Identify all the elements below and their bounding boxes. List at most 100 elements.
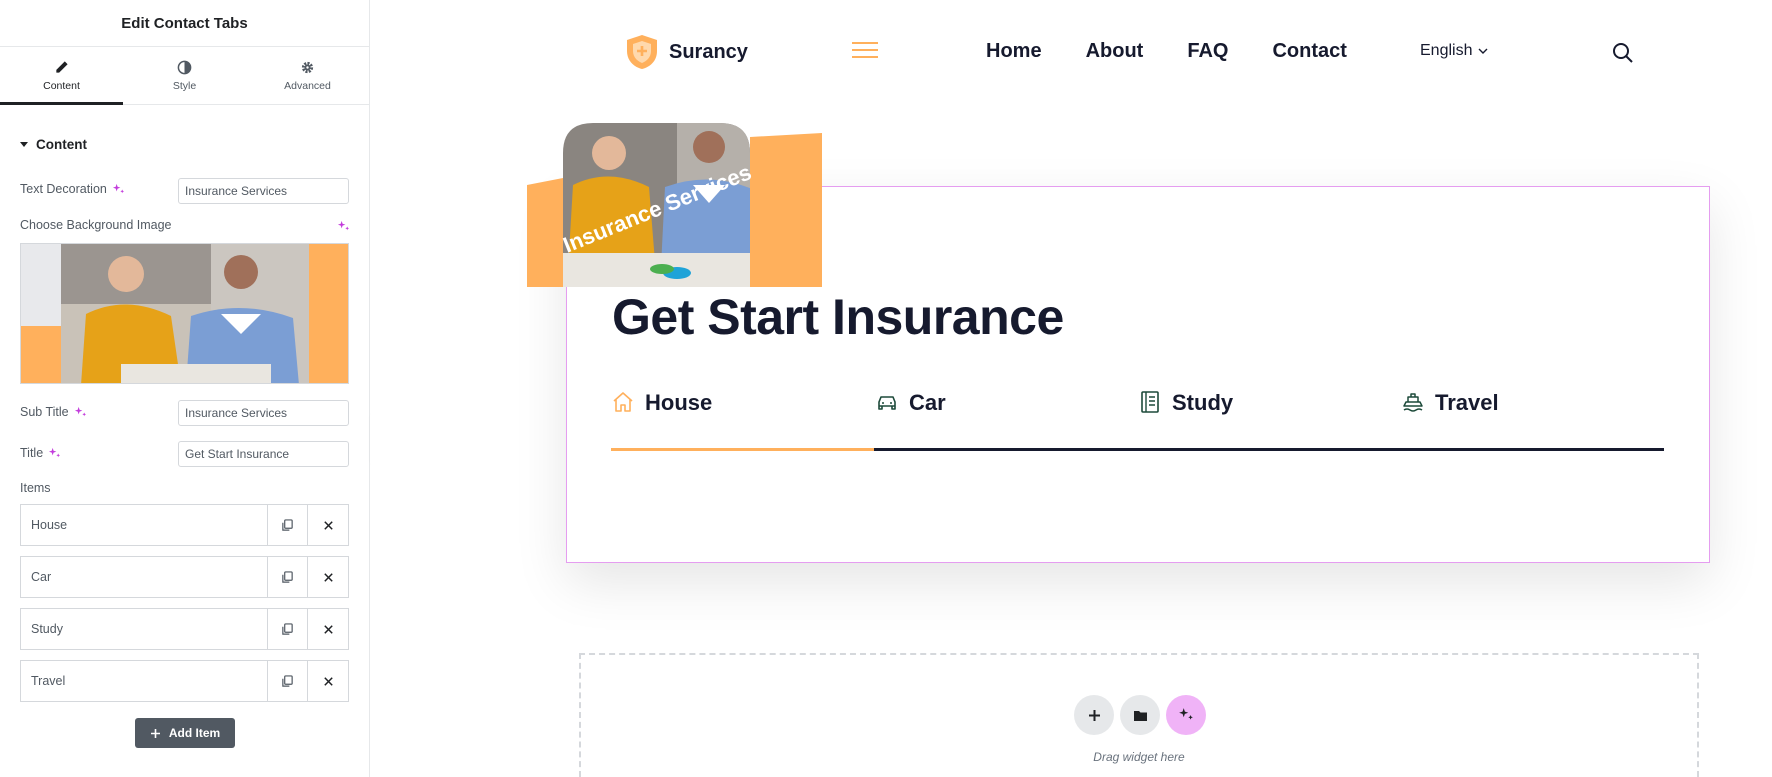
panel-tabs: Content Style Advanced (0, 47, 369, 105)
add-item-label: Add Item (168, 726, 221, 740)
copy-icon (282, 570, 293, 583)
ai-sparkle-icon[interactable] (337, 220, 350, 233)
nav-faq[interactable]: FAQ (1187, 40, 1228, 63)
pencil-icon (56, 60, 68, 73)
duplicate-button[interactable] (268, 609, 308, 649)
items-label: Items (20, 481, 51, 495)
gear-icon (301, 61, 314, 73)
page-preview: Surancy Home About FAQ Contact English I… (371, 0, 1772, 777)
panel-title: Edit Contact Tabs (0, 0, 369, 47)
hamburger-line (852, 42, 878, 44)
house-icon (613, 392, 633, 412)
sub-title-label-text: Sub Title (20, 405, 69, 419)
tab-advanced-label: Advanced (284, 79, 331, 92)
shield-logo-icon (627, 35, 657, 69)
dropzone-actions (1074, 695, 1206, 735)
remove-button[interactable] (308, 661, 348, 701)
tab-content-label: Content (43, 79, 80, 92)
ai-sparkle-icon (1179, 708, 1193, 720)
background-image-label: Choose Background Image (20, 218, 172, 232)
plus-icon (1088, 709, 1100, 721)
section-toggle-content[interactable]: Content (20, 137, 87, 152)
repeater-item: House (20, 504, 349, 546)
title-input[interactable] (178, 441, 349, 467)
add-template-button[interactable] (1120, 695, 1160, 735)
chevron-down-icon (1478, 48, 1488, 54)
tab-travel[interactable]: Travel (1401, 390, 1499, 450)
nav-contact[interactable]: Contact (1272, 40, 1346, 63)
tab-house[interactable]: House (611, 390, 712, 450)
duplicate-button[interactable] (268, 557, 308, 597)
close-icon (323, 624, 333, 634)
book-icon (1141, 391, 1159, 413)
repeater-item: Travel (20, 660, 349, 702)
hamburger-line (852, 49, 878, 51)
search-button[interactable] (1611, 41, 1635, 70)
tab-style[interactable]: Style (123, 47, 246, 104)
ai-sparkle-icon[interactable] (74, 406, 87, 419)
tab-car[interactable]: Car (875, 390, 946, 450)
language-label: English (1420, 42, 1473, 59)
menu-toggle-button[interactable] (852, 42, 878, 58)
tab-car-label: Car (909, 390, 946, 415)
tab-style-label: Style (172, 79, 197, 92)
duplicate-button[interactable] (268, 505, 308, 545)
nav-home[interactable]: Home (986, 40, 1042, 63)
repeater-item-title[interactable]: Study (21, 609, 268, 649)
ai-build-button[interactable] (1166, 695, 1206, 735)
language-selector[interactable]: English (1420, 42, 1488, 60)
hero-image: Insurance Services (527, 123, 822, 287)
logo-text: Surancy (669, 40, 748, 63)
repeater-item-title[interactable]: Travel (21, 661, 268, 701)
caret-down-icon (20, 142, 28, 147)
widget-title: Get Start Insurance (612, 289, 1064, 345)
tab-house-label: House (645, 390, 713, 415)
tab-content[interactable]: Content (0, 47, 123, 105)
nav-about[interactable]: About (1086, 40, 1144, 63)
close-icon (323, 572, 333, 582)
ai-sparkle-icon[interactable] (48, 447, 61, 460)
remove-button[interactable] (308, 505, 348, 545)
remove-button[interactable] (308, 557, 348, 597)
add-section-button[interactable] (1074, 695, 1114, 735)
tab-divider-line (874, 448, 1664, 451)
copy-icon (282, 674, 293, 687)
plus-icon (150, 728, 160, 738)
background-image-preview (61, 244, 309, 383)
text-decoration-label-text: Text Decoration (20, 182, 107, 196)
add-item-button[interactable]: Add Item (135, 718, 235, 748)
editor-panel: Edit Contact Tabs Content Style Advanced… (0, 0, 370, 777)
image-edge (21, 244, 65, 326)
tab-advanced[interactable]: Advanced (246, 47, 369, 104)
background-image-picker[interactable] (20, 243, 349, 384)
ship-icon (1403, 393, 1423, 412)
folder-icon (1133, 710, 1147, 721)
search-icon (1613, 43, 1633, 63)
tab-study-label: Study (1172, 390, 1234, 415)
tab-study[interactable]: Study (1138, 390, 1233, 450)
repeater-item-title[interactable]: House (21, 505, 268, 545)
duplicate-button[interactable] (268, 661, 308, 701)
dropzone-hint: Drag widget here (1093, 750, 1185, 764)
active-tab-indicator (611, 448, 874, 451)
title-label-text: Title (20, 446, 44, 460)
repeater-item-title[interactable]: Car (21, 557, 268, 597)
site-logo[interactable]: Surancy (625, 34, 748, 70)
empty-section-dropzone[interactable]: Drag widget here (579, 653, 1699, 777)
close-icon (323, 676, 333, 686)
ai-sparkle-icon[interactable] (112, 183, 125, 196)
main-nav: Home About FAQ Contact (986, 40, 1347, 63)
tab-travel-label: Travel (1435, 390, 1499, 415)
title-label: Title (20, 446, 61, 460)
hamburger-line (852, 56, 878, 58)
copy-icon (282, 622, 293, 635)
sub-title-label: Sub Title (20, 405, 87, 419)
sub-title-input[interactable] (178, 400, 349, 426)
car-icon (878, 396, 896, 410)
contrast-icon (177, 60, 192, 74)
copy-icon (282, 518, 293, 531)
text-decoration-input[interactable] (178, 178, 349, 204)
repeater-item: Study (20, 608, 349, 650)
insurance-tabs: House Car Study Travel (611, 390, 1664, 452)
remove-button[interactable] (308, 609, 348, 649)
